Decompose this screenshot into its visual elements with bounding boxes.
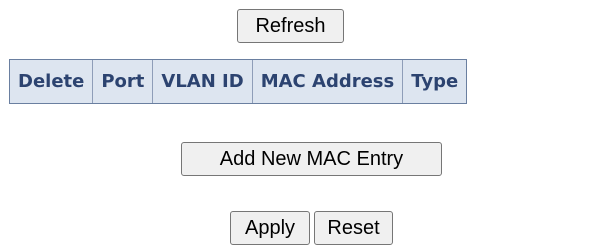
add-new-mac-entry-button[interactable]: Add New MAC Entry bbox=[181, 142, 442, 176]
reset-button[interactable]: Reset bbox=[314, 211, 393, 245]
column-header-mac-address: MAC Address bbox=[252, 60, 404, 103]
column-header-delete: Delete bbox=[10, 60, 94, 103]
column-header-type: Type bbox=[403, 60, 467, 103]
column-header-port: Port bbox=[93, 60, 154, 103]
static-mac-table-page: Refresh Delete Port VLAN ID MAC Address … bbox=[0, 0, 604, 249]
apply-button[interactable]: Apply bbox=[230, 211, 310, 245]
column-header-vlan-id: VLAN ID bbox=[153, 60, 253, 103]
refresh-button[interactable]: Refresh bbox=[237, 9, 344, 43]
mac-address-table: Delete Port VLAN ID MAC Address Type bbox=[9, 59, 468, 104]
table-header-row: Delete Port VLAN ID MAC Address Type bbox=[10, 60, 467, 103]
